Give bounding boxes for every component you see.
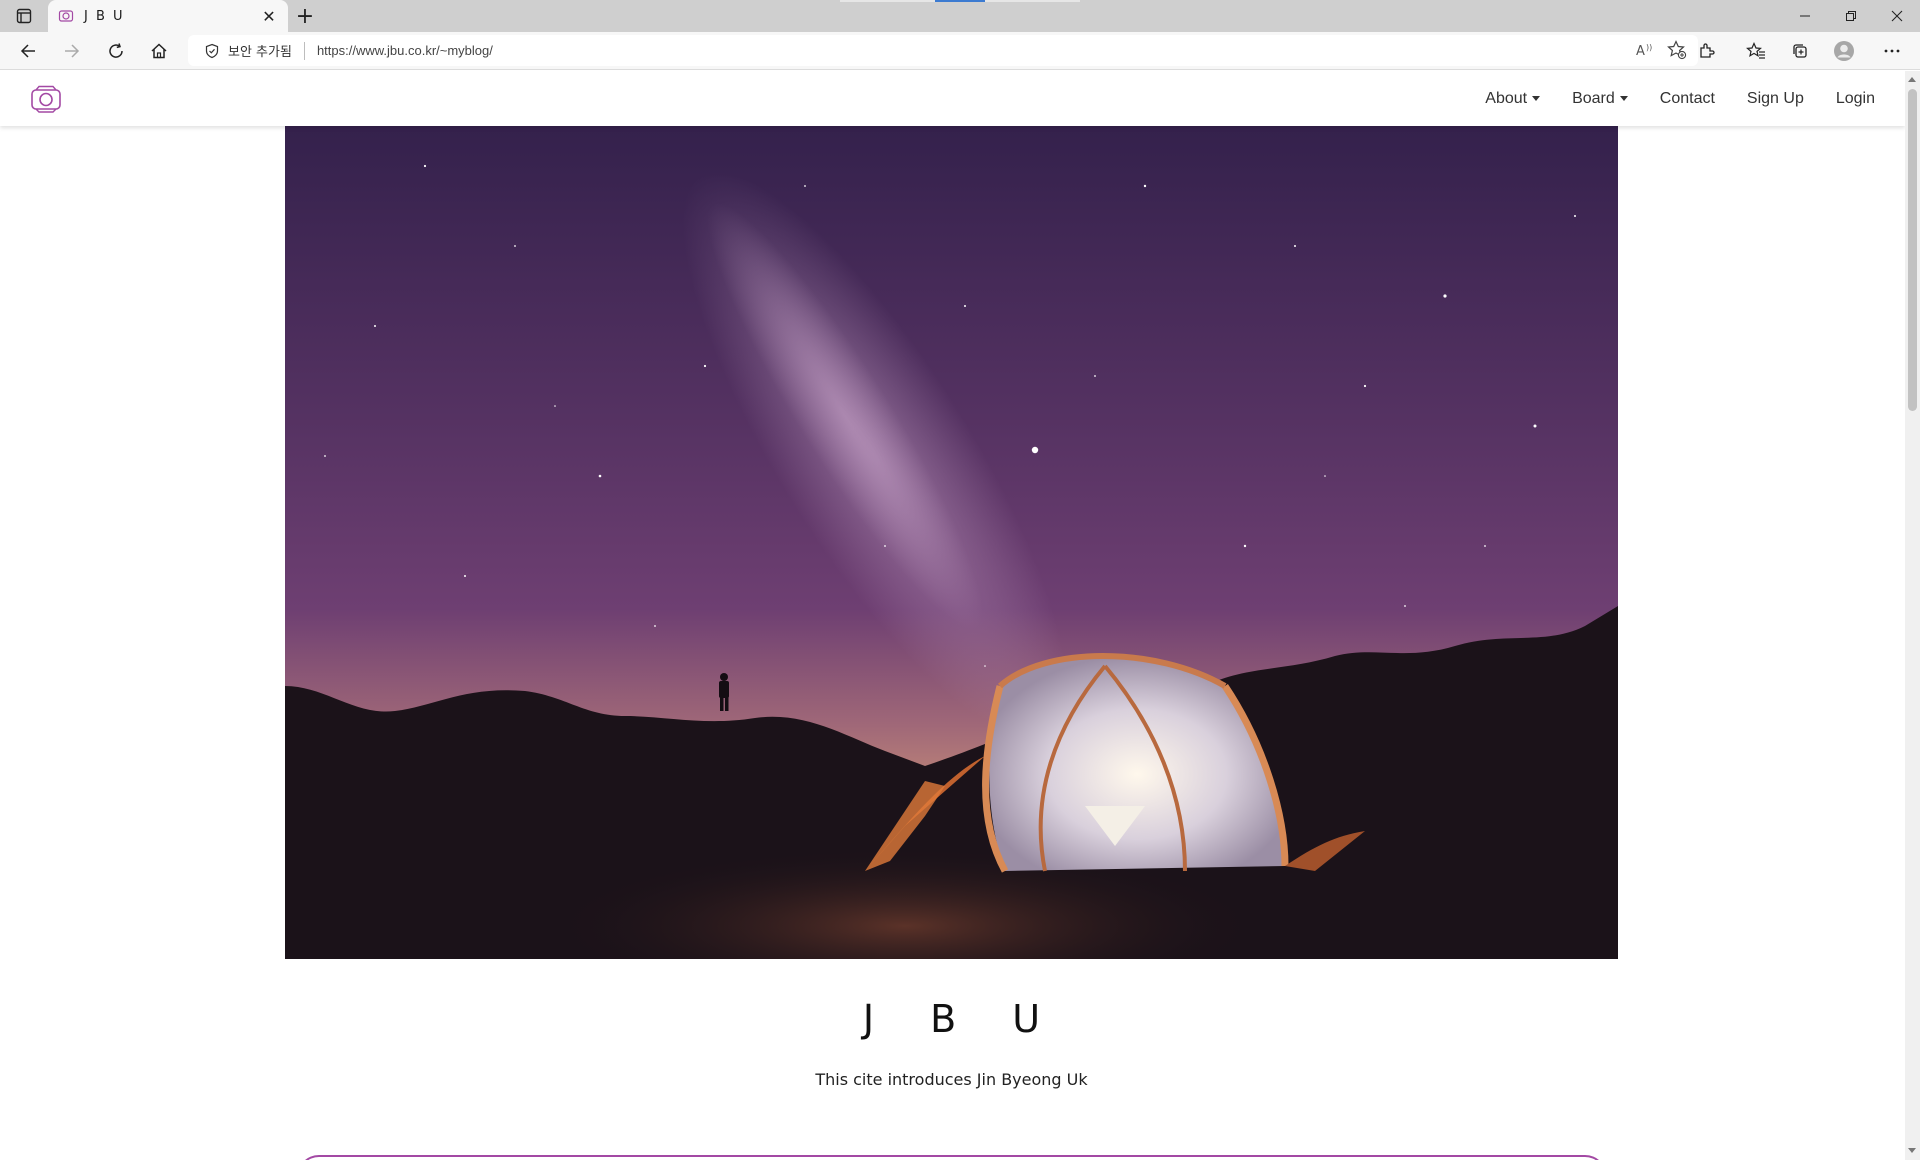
browser-tab-bar: J B U ✕ + [0,0,1920,32]
scroll-down-icon[interactable] [1908,1148,1916,1153]
read-aloud-icon[interactable]: A)) [1634,39,1656,65]
svg-text:)): )) [1646,43,1652,52]
home-icon[interactable] [143,36,175,66]
scroll-thumb[interactable] [1908,89,1917,411]
address-separator [303,41,305,60]
more-icon[interactable] [1876,36,1908,66]
nav-contact[interactable]: Contact [1660,90,1715,108]
favorites-icon[interactable] [1740,36,1772,66]
scroll-up-icon[interactable] [1908,77,1916,82]
site-logo[interactable] [30,85,62,113]
collections-icon[interactable] [1784,36,1816,66]
hero-image [285,126,1618,959]
new-tab-button[interactable]: + [292,4,318,29]
page-scrollbar[interactable] [1905,71,1920,1160]
shield-icon[interactable] [204,43,220,59]
caret-down-icon [1532,96,1541,101]
web-page: About Board Contact Sign Up Login J B U … [0,71,1905,1160]
url-text[interactable]: https://www.jbu.co.kr/~myblog/ [317,43,493,58]
tab-strip-marker [985,0,1080,2]
browser-toolbar: 보안 추가됨 https://www.jbu.co.kr/~myblog/ A)… [0,32,1920,70]
nav-about[interactable]: About [1485,89,1541,108]
nav-about-label: About [1485,89,1528,107]
tab-title: J B U [84,8,125,24]
nav-links: About Board Contact Sign Up Login [1485,71,1875,126]
nav-sign-up[interactable]: Sign Up [1747,90,1804,108]
extensions-icon[interactable] [1691,36,1723,66]
tab-strip-marker [840,0,935,2]
brand-title: J B U [862,997,1063,1041]
camera-logo-icon [31,85,61,113]
address-actions: A)) [1634,39,1688,65]
site-favicon-icon [58,10,74,22]
favorite-add-icon[interactable] [1666,39,1688,65]
security-label[interactable]: 보안 추가됨 [228,41,292,60]
minimize-icon[interactable] [1782,0,1828,32]
nav-login[interactable]: Login [1836,90,1875,108]
nav-board[interactable]: Board [1572,90,1628,108]
nav-board-label: Board [1572,89,1615,107]
caret-down-icon [1619,96,1628,101]
tab-close-icon[interactable]: ✕ [260,7,278,26]
site-navbar: About Board Contact Sign Up Login [0,71,1905,126]
refresh-icon[interactable] [100,36,132,66]
profile-icon[interactable] [1828,36,1860,66]
close-window-icon[interactable] [1874,0,1920,32]
brand-subtitle: This cite introduces Jin Byeong Uk [815,1070,1088,1089]
tab-strip-marker [935,0,985,2]
content-card-top [297,1155,1607,1160]
address-bar[interactable]: 보안 추가됨 https://www.jbu.co.kr/~myblog/ A)… [188,35,1698,66]
browser-tab[interactable]: J B U ✕ [48,0,288,32]
restore-icon[interactable] [1828,0,1874,32]
svg-text:A: A [1636,44,1645,59]
tab-actions-icon[interactable] [10,5,38,27]
forward-icon[interactable] [56,36,88,66]
back-icon[interactable] [12,36,44,66]
